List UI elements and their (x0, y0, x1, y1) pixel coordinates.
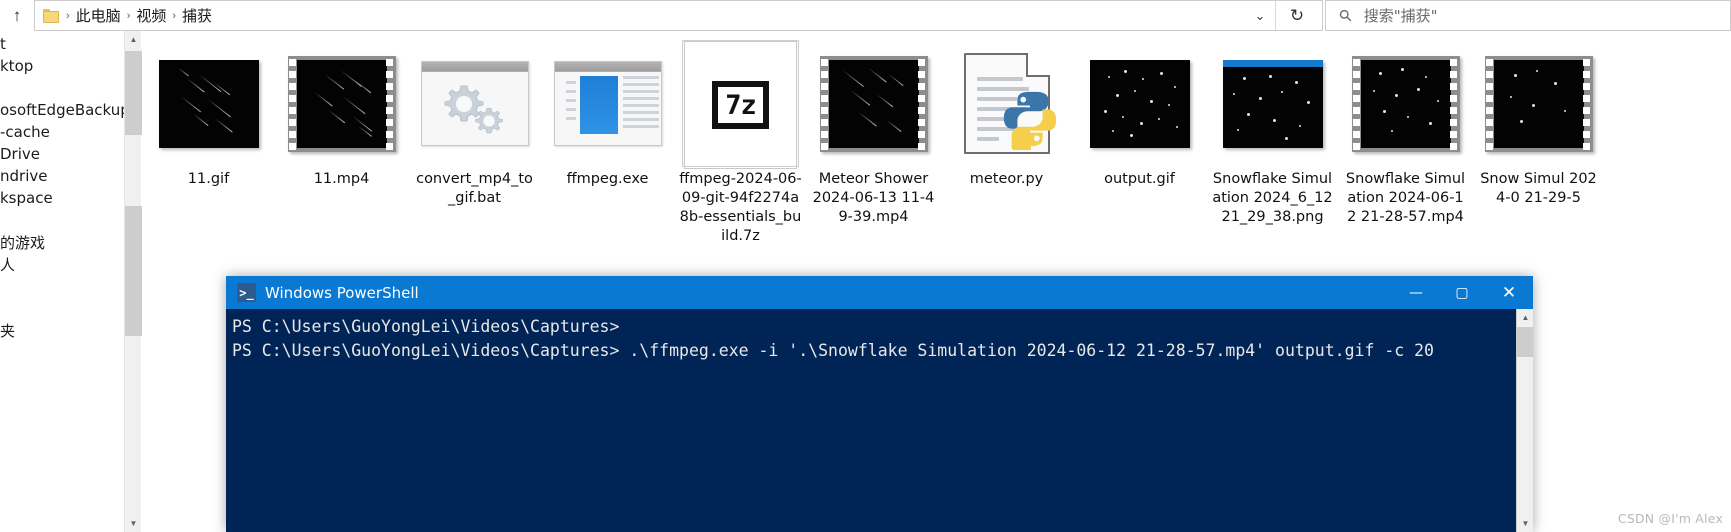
scrollbar-thumb-lower[interactable] (125, 206, 142, 336)
scroll-down-icon[interactable]: ▼ (125, 515, 142, 532)
gear-icon-small (474, 107, 503, 134)
thumbnail (816, 41, 931, 166)
batch-file-icon (420, 61, 529, 146)
scroll-up-icon[interactable]: ▲ (125, 31, 142, 48)
file-name-label: 11.mp4 (313, 171, 370, 187)
file-item[interactable]: output.gif (1073, 31, 1206, 246)
image-thumbnail-meteor-icon (158, 59, 259, 148)
thumbnail (151, 41, 266, 166)
file-name-label: Snowflake Simulation 2024_6_12 21_29_38.… (1212, 171, 1333, 225)
thumbnail (1215, 41, 1330, 166)
file-name-label: ffmpeg.exe (566, 171, 649, 187)
close-button[interactable]: ✕ (1485, 276, 1533, 309)
thumbnail (284, 41, 399, 166)
scrollbar-thumb[interactable] (125, 51, 142, 135)
watermark: CSDN @I'm Alex (1617, 511, 1723, 526)
file-name-label: output.gif (1104, 171, 1175, 187)
python-file-icon (963, 53, 1056, 154)
sidebar-item[interactable]: ndrive (0, 165, 124, 187)
console-scrollbar[interactable]: ▲ ▼ (1516, 309, 1533, 532)
thumbnail: 7z (682, 40, 799, 169)
breadcrumb-separator: › (126, 9, 131, 22)
sevenzip-archive-icon: 7z (684, 41, 797, 169)
file-name-label: convert_mp4_to_gif.bat (416, 171, 533, 206)
file-item[interactable]: meteor.py (940, 31, 1073, 246)
sidebar-item[interactable]: 人 (0, 253, 124, 275)
folder-icon (43, 8, 60, 23)
image-thumbnail-snow-icon (1089, 59, 1190, 148)
sidebar-item[interactable]: Drive (0, 143, 124, 165)
file-item[interactable]: ffmpeg.exe (541, 31, 674, 246)
file-item[interactable]: convert_mp4_to_gif.bat (408, 31, 541, 246)
file-item-selected[interactable]: 7z ffmpeg-2024-06-09-git-94f2274a8b-esse… (674, 31, 807, 246)
file-item[interactable]: 11.gif (142, 31, 275, 246)
powershell-title-bar[interactable]: >_ Windows PowerShell — ▢ ✕ (226, 276, 1533, 309)
search-placeholder: 搜索"捕获" (1363, 7, 1438, 25)
scroll-up-icon[interactable]: ▲ (1517, 309, 1533, 326)
breadcrumb-separator: › (172, 9, 177, 22)
window-controls: — ▢ ✕ (1393, 276, 1533, 309)
file-item[interactable]: Snowflake Simulation 2024_6_12 21_29_38.… (1206, 31, 1339, 246)
sidebar-item[interactable]: 夹 (0, 319, 124, 341)
search-input[interactable]: ⚲ 搜索"捕获" (1325, 0, 1731, 31)
breadcrumb-this-pc[interactable]: 此电脑 (72, 5, 125, 26)
file-name-label: meteor.py (969, 171, 1044, 187)
file-name-label: Snowflake Simulation 2024-06-12 21-28-57… (1345, 171, 1466, 225)
image-thumbnail-snow-window-icon (1222, 59, 1323, 148)
powershell-icon: >_ (237, 283, 256, 302)
sidebar-item[interactable]: kspace (0, 187, 124, 209)
chevron-down-icon[interactable]: ⌄ (1245, 8, 1275, 24)
video-thumbnail-snow-icon (1351, 55, 1460, 152)
thumbnail (550, 41, 665, 166)
sidebar-item[interactable]: osoftEdgeBackups (0, 99, 124, 121)
search-icon: ⚲ (1336, 5, 1357, 27)
refresh-icon[interactable]: ↻ (1276, 6, 1318, 26)
file-row: 11.gif 11.mp4 convert_mp4_to_gif.bat ffm… (142, 31, 1605, 246)
window-title: Windows PowerShell (265, 283, 419, 302)
thumbnail (1348, 41, 1463, 166)
navigation-pane: t ktop osoftEdgeBackups -cache Drive ndr… (0, 31, 124, 532)
thumbnail (1481, 41, 1596, 166)
powershell-window[interactable]: >_ Windows PowerShell — ▢ ✕ PS C:\Users\… (226, 276, 1533, 532)
file-name-label: Meteor Shower 2024-06-13 11-49-39.mp4 (812, 171, 935, 225)
thumbnail (949, 41, 1064, 166)
sidebar-item[interactable]: t (0, 33, 124, 55)
video-thumbnail-meteor-icon (287, 55, 396, 152)
file-name-label: ffmpeg-2024-06-09-git-94f2274a8b-essenti… (679, 171, 802, 244)
sidebar-item[interactable]: 的游戏 (0, 231, 124, 253)
maximize-button[interactable]: ▢ (1439, 276, 1485, 309)
video-thumbnail-meteor-icon (819, 55, 928, 152)
file-name-label: Snow Simul 2024-0 21-29-5 (1480, 171, 1597, 206)
up-one-level-button[interactable]: ↑ (0, 0, 34, 31)
scrollbar-thumb[interactable] (1517, 327, 1533, 357)
executable-icon (553, 61, 662, 146)
sidebar-item[interactable]: -cache (0, 121, 124, 143)
console-line: PS C:\Users\GuoYongLei\Videos\Captures> … (232, 341, 1434, 360)
file-explorer-window: ↑ › 此电脑 › 视频 › 捕获 ⌄ ↻ ⚲ 搜索"捕获" t ktop os… (0, 0, 1731, 532)
powershell-console[interactable]: PS C:\Users\GuoYongLei\Videos\Captures> … (226, 309, 1533, 532)
thumbnail (1082, 41, 1197, 166)
breadcrumb-captures[interactable]: 捕获 (178, 5, 216, 26)
scroll-down-icon[interactable]: ▼ (1517, 515, 1533, 532)
file-item[interactable]: Snow Simul 2024-0 21-29-5 (1472, 31, 1605, 246)
breadcrumb-separator: › (66, 9, 70, 22)
file-item[interactable]: Snowflake Simulation 2024-06-12 21-28-57… (1339, 31, 1472, 246)
breadcrumb-videos[interactable]: 视频 (132, 5, 170, 26)
address-path-box[interactable]: › 此电脑 › 视频 › 捕获 ⌄ ↻ (34, 0, 1323, 31)
file-item[interactable]: Meteor Shower 2024-06-13 11-49-39.mp4 (807, 31, 940, 246)
video-thumbnail-snow-icon (1484, 55, 1593, 152)
thumbnail (417, 41, 532, 166)
minimize-button[interactable]: — (1393, 276, 1439, 309)
console-line: PS C:\Users\GuoYongLei\Videos\Captures> (232, 317, 620, 336)
file-item[interactable]: 11.mp4 (275, 31, 408, 246)
python-logo-icon (1003, 91, 1056, 150)
file-name-label: 11.gif (187, 171, 230, 187)
address-bar: ↑ › 此电脑 › 视频 › 捕获 ⌄ ↻ ⚲ 搜索"捕获" (0, 0, 1731, 31)
navigation-scrollbar[interactable]: ▲ ▼ (124, 31, 142, 532)
sidebar-item[interactable]: ktop (0, 55, 124, 77)
